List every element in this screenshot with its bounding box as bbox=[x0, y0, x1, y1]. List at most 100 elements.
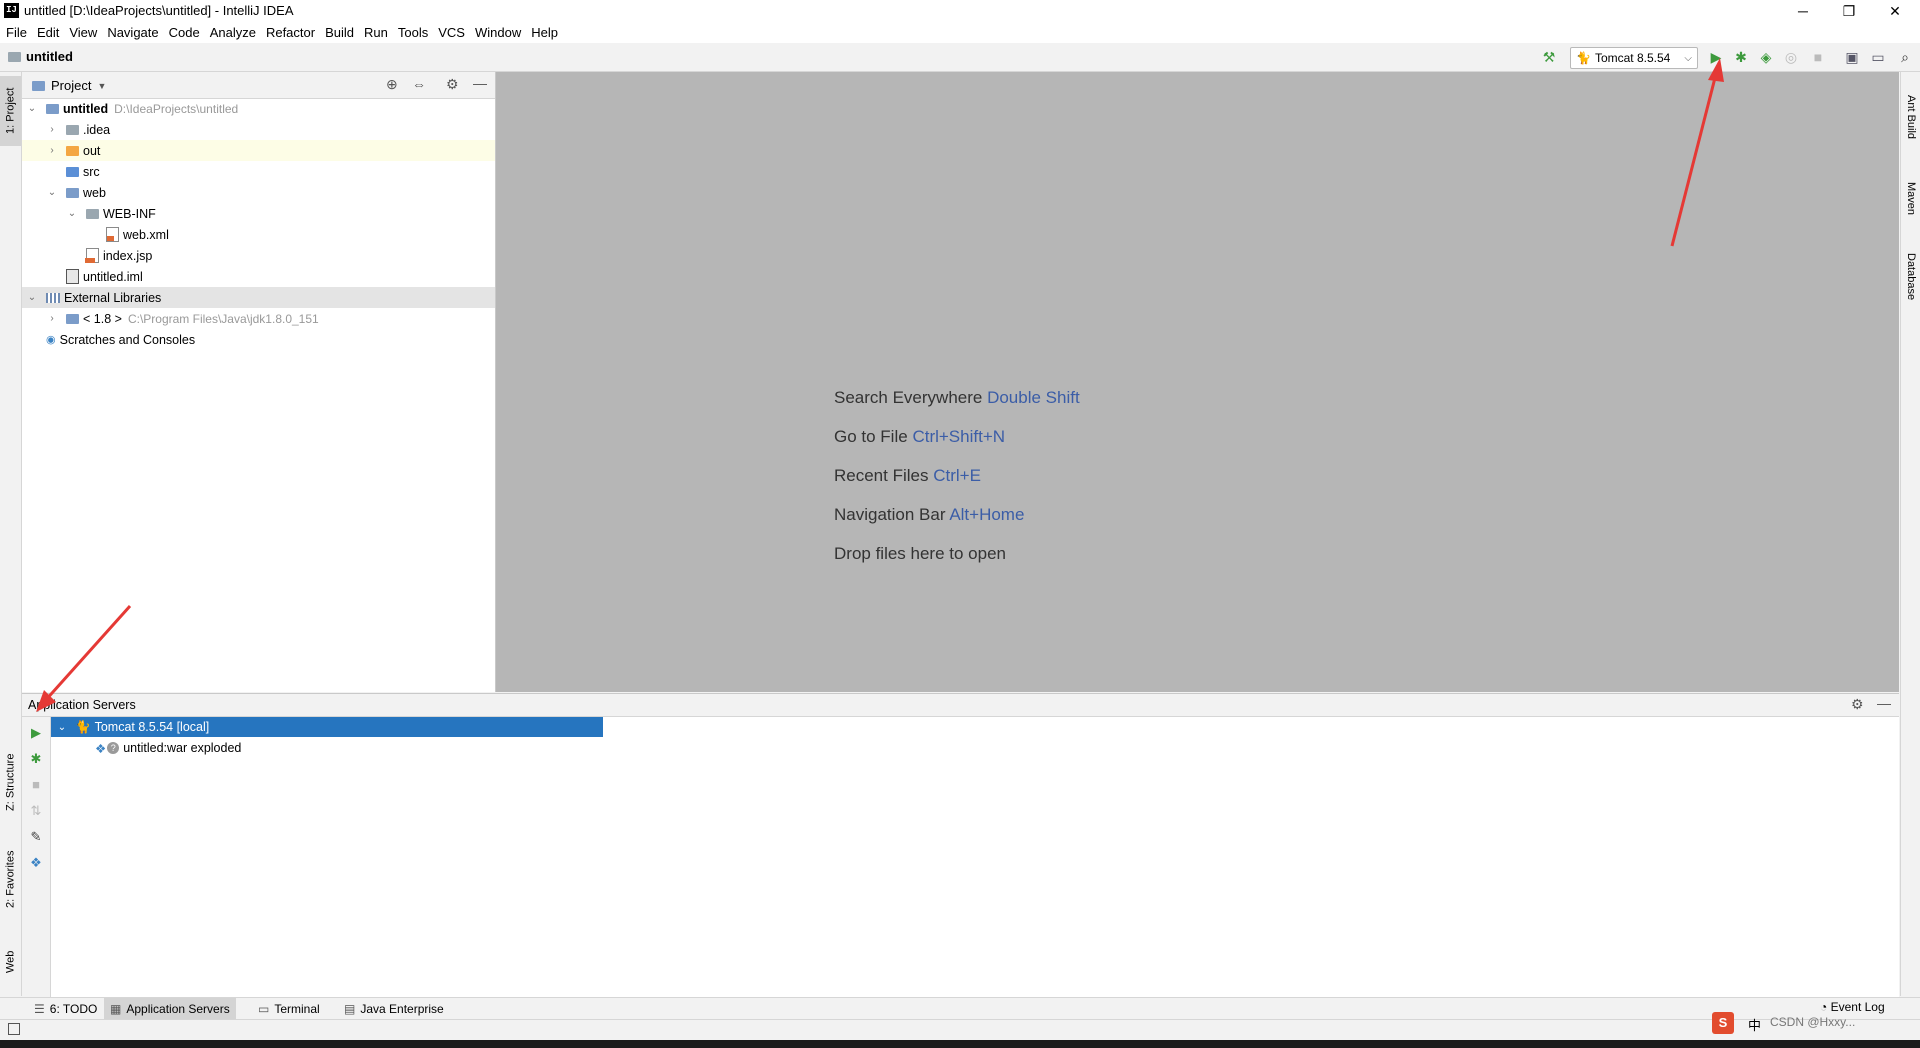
editor-hint: Navigation Bar Alt+Home bbox=[834, 505, 1024, 525]
deploy-icon[interactable]: ⇅ bbox=[28, 803, 44, 819]
menu-view[interactable]: View bbox=[64, 22, 102, 43]
tree-row-untitled[interactable]: ⌄ untitled D:\IdeaProjects\untitled bbox=[22, 98, 495, 119]
debug-bug-icon[interactable]: ✱ bbox=[1732, 48, 1750, 66]
menu-edit[interactable]: Edit bbox=[32, 22, 64, 43]
menu-window[interactable]: Window bbox=[470, 22, 526, 43]
hint-shortcut: Double Shift bbox=[987, 388, 1080, 407]
tree-row-artifact[interactable]: ❖ ? untitled:war exploded bbox=[51, 738, 603, 758]
tab-ant-build[interactable]: Ant Build bbox=[1901, 80, 1920, 155]
menu-run[interactable]: Run bbox=[359, 22, 393, 43]
tree-label: untitled.iml bbox=[83, 269, 143, 284]
menu-build[interactable]: Build bbox=[320, 22, 359, 43]
tab-project[interactable]: 1: Project bbox=[0, 76, 21, 146]
hide-panel-icon[interactable]: — bbox=[473, 75, 487, 91]
terminal-icon[interactable]: ▭ bbox=[1869, 48, 1887, 66]
menu-tools[interactable]: Tools bbox=[393, 22, 433, 43]
chevron-right-icon[interactable]: › bbox=[46, 145, 58, 156]
menu-navigate[interactable]: Navigate bbox=[102, 22, 163, 43]
tab-structure[interactable]: Z: Structure bbox=[0, 742, 21, 822]
chevron-down-icon[interactable]: ⌄ bbox=[66, 208, 78, 219]
restore-button[interactable]: ❐ bbox=[1826, 0, 1872, 22]
bottom-tab-terminal[interactable]: ▭ Terminal bbox=[252, 998, 326, 1020]
edit-configuration-icon[interactable]: ✎ bbox=[28, 829, 44, 845]
tree-row-untitled-iml[interactable]: untitled.iml bbox=[22, 266, 495, 287]
excluded-folder-icon bbox=[66, 145, 79, 156]
intellij-logo-icon: IJ bbox=[4, 3, 19, 18]
jsp-file-icon bbox=[85, 248, 99, 263]
stop-icon[interactable]: ■ bbox=[1809, 48, 1827, 66]
search-icon[interactable]: ⌕ bbox=[1896, 48, 1914, 66]
status-bar: ◔ Event Log S 中 CSDN @Hxxy... bbox=[0, 1000, 1920, 1041]
tab-favorites[interactable]: 2: Favorites bbox=[0, 837, 21, 922]
tree-label: External Libraries bbox=[64, 290, 162, 305]
editor-empty-area[interactable]: Search Everywhere Double Shift Go to File… bbox=[496, 72, 1899, 692]
run-icon[interactable]: ▶ bbox=[1707, 48, 1725, 66]
tree-label: web.xml bbox=[123, 227, 169, 242]
tree-row-src[interactable]: src bbox=[22, 161, 495, 182]
chevron-down-icon[interactable]: ⌄ bbox=[26, 103, 38, 114]
chevron-right-icon[interactable]: › bbox=[46, 313, 58, 324]
project-structure-icon[interactable]: ▣ bbox=[1843, 48, 1861, 66]
tree-row-out[interactable]: › out bbox=[22, 140, 495, 161]
menu-refactor[interactable]: Refactor bbox=[261, 22, 320, 43]
chevron-down-icon[interactable]: ⌄ bbox=[26, 292, 38, 303]
tree-row-web[interactable]: ⌄ web bbox=[22, 182, 495, 203]
artifact-icon[interactable]: ❖ bbox=[28, 855, 44, 871]
bottom-tab-application-servers[interactable]: ▦ Application Servers bbox=[104, 998, 236, 1020]
folder-icon bbox=[86, 208, 99, 219]
tree-row-external-libraries[interactable]: ⌄ External Libraries bbox=[22, 287, 495, 308]
menu-analyze[interactable]: Analyze bbox=[205, 22, 261, 43]
bottom-tool-tabs: ☰ 6: TODO ▦ Application Servers ▭ Terminal ▤ Ja… bbox=[0, 997, 1920, 1020]
gear-icon[interactable]: ⚙ bbox=[1851, 696, 1864, 713]
toggle-tool-windows-icon[interactable] bbox=[8, 1023, 20, 1035]
servers-tree: ⌄ 🐈 Tomcat 8.5.54 [local] ❖ ? untitled:w… bbox=[51, 717, 603, 997]
build-hammer-icon[interactable]: ⚒ bbox=[1540, 48, 1558, 66]
hide-panel-icon[interactable]: — bbox=[1877, 695, 1891, 711]
tab-web[interactable]: Web bbox=[0, 937, 21, 987]
run-configuration-select[interactable]: 🐈 Tomcat 8.5.54 ⌵ bbox=[1570, 47, 1698, 69]
tree-row-web-inf[interactable]: ⌄ WEB-INF bbox=[22, 203, 495, 224]
gear-icon[interactable]: ⚙ bbox=[446, 76, 459, 93]
bottom-tab-icon: ▦ bbox=[110, 1002, 122, 1016]
project-panel-header: Project ▼ ⊕ ⇔ ⚙ — bbox=[22, 72, 495, 99]
iml-file-icon bbox=[66, 269, 79, 284]
tree-row-tomcat-server[interactable]: ⌄ 🐈 Tomcat 8.5.54 [local] bbox=[51, 717, 603, 737]
os-taskbar bbox=[0, 1040, 1920, 1048]
module-folder-icon bbox=[46, 103, 59, 114]
tree-row-web-xml[interactable]: web.xml bbox=[22, 224, 495, 245]
breadcrumb[interactable]: untitled bbox=[8, 49, 73, 64]
source-folder-icon bbox=[66, 166, 79, 177]
run-server-icon[interactable]: ▶ bbox=[28, 725, 44, 741]
event-log-label: Event Log bbox=[1830, 1000, 1885, 1014]
menu-code[interactable]: Code bbox=[164, 22, 205, 43]
tree-row-index-jsp[interactable]: index.jsp bbox=[22, 245, 495, 266]
bottom-tab-java-enterprise[interactable]: ▤ Java Enterprise bbox=[338, 998, 450, 1020]
sogou-ime-icon[interactable]: S bbox=[1712, 1012, 1734, 1034]
stop-server-icon[interactable]: ■ bbox=[28, 777, 44, 793]
minimize-button[interactable]: ─ bbox=[1780, 0, 1826, 22]
menu-file[interactable]: File bbox=[0, 22, 32, 43]
hint-shortcut: Ctrl+Shift+N bbox=[912, 427, 1006, 446]
chevron-right-icon[interactable]: › bbox=[46, 124, 58, 135]
xml-file-icon bbox=[106, 227, 119, 242]
tab-maven[interactable]: Maven bbox=[1901, 168, 1920, 230]
profile-icon[interactable]: ◎ bbox=[1782, 48, 1800, 66]
chevron-down-icon[interactable]: ⌄ bbox=[46, 187, 58, 198]
tree-row-scratches-and-consoles[interactable]: ◉ Scratches and Consoles bbox=[22, 329, 495, 350]
hint-text: Drop files here to open bbox=[834, 544, 1006, 563]
tree-row-1-8[interactable]: › < 1.8 > C:\Program Files\Java\jdk1.8.0_1… bbox=[22, 308, 495, 329]
coverage-icon[interactable]: ◈ bbox=[1757, 48, 1775, 66]
bottom-tab-6-todo[interactable]: ☰ 6: TODO bbox=[28, 998, 103, 1020]
close-button[interactable]: ✕ bbox=[1872, 0, 1918, 22]
tree-row-idea[interactable]: › .idea bbox=[22, 119, 495, 140]
hint-text: Recent Files bbox=[834, 466, 929, 485]
tab-database[interactable]: Database bbox=[1901, 242, 1920, 312]
debug-server-icon[interactable]: ✱ bbox=[28, 751, 44, 767]
menu-vcs[interactable]: VCS bbox=[433, 22, 470, 43]
locate-file-icon[interactable]: ⊕ bbox=[386, 76, 398, 93]
collapse-all-icon[interactable]: ⇔ bbox=[412, 76, 426, 92]
menu-help[interactable]: Help bbox=[526, 22, 563, 43]
event-log-button[interactable]: ◔ Event Log bbox=[1820, 1000, 1885, 1014]
project-view-select[interactable]: Project ▼ bbox=[32, 78, 106, 93]
ime-mode-label[interactable]: 中 bbox=[1748, 1015, 1761, 1034]
